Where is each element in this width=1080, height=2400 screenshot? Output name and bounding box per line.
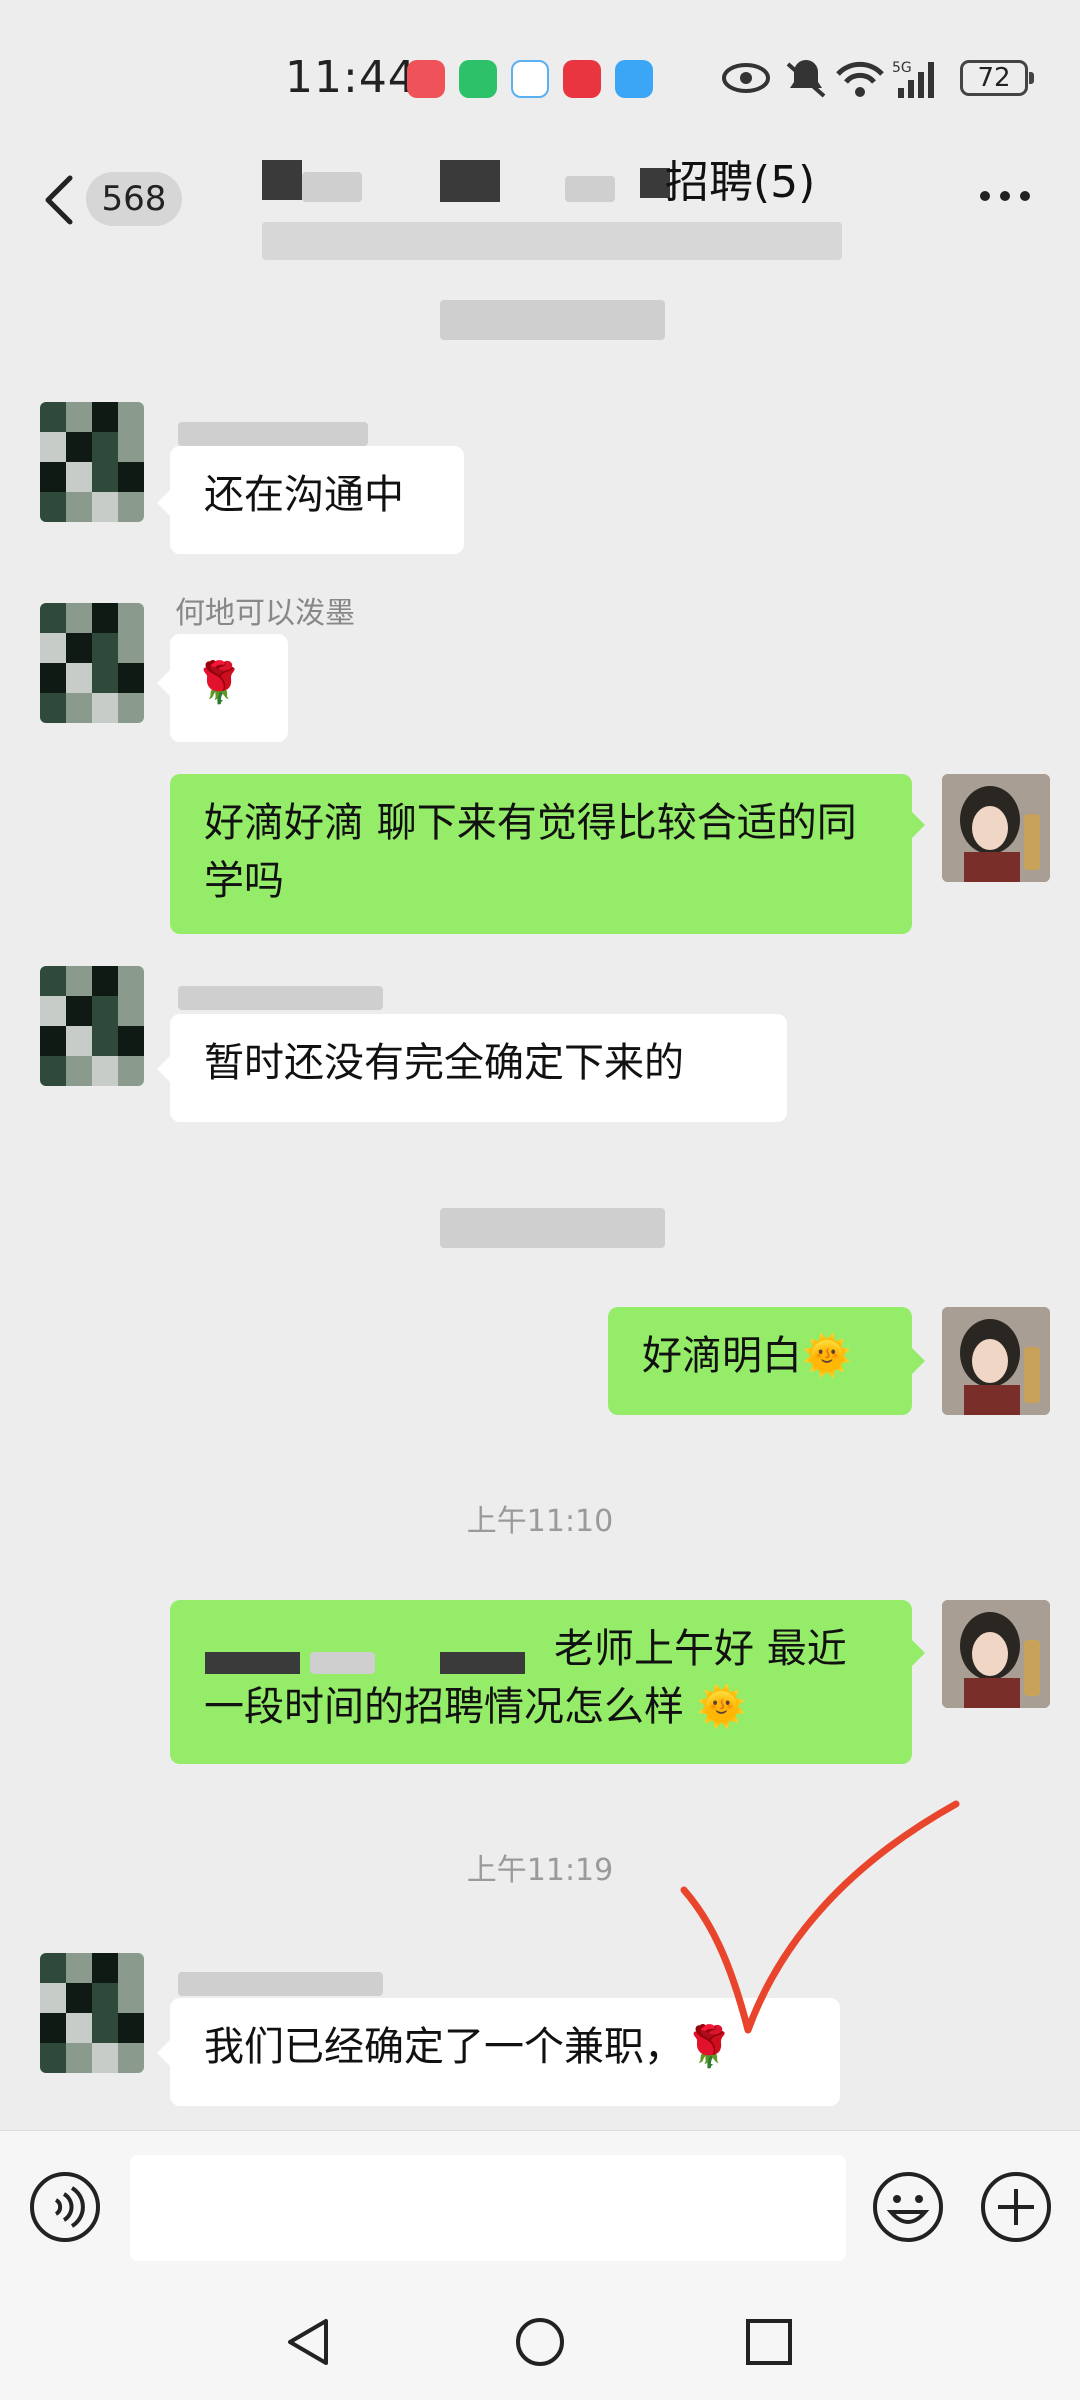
bubble-tail [157,670,170,696]
nav-back-icon[interactable] [282,2315,336,2369]
my-avatar[interactable] [942,1307,1050,1415]
unread-count-badge[interactable]: 568 [86,172,182,226]
blurred-mention [440,1652,525,1674]
sender-avatar[interactable] [40,966,144,1086]
sender-name: 何地可以泼墨 [175,596,355,631]
blurred-subtitle [262,222,842,260]
blurred-sender-name [178,422,368,446]
blurred-title-part [262,160,302,200]
status-icons: 5G [722,60,934,98]
blurred-sender-name [178,1972,383,1996]
emoji-icon[interactable] [871,2170,945,2244]
bubble-tail [157,1056,170,1082]
bubble-tail [912,812,925,838]
blurred-timestamp [440,1208,665,1248]
wechat-app-icon [459,60,497,98]
eye-icon [722,63,770,93]
message-bubble[interactable]: 暂时还没有完全确定下来的 [170,1014,787,1122]
battery-indicator: 72 [960,60,1034,96]
blurred-sender-name [178,986,383,1010]
nav-recents-icon[interactable] [742,2315,796,2369]
nav-home-icon[interactable] [513,2315,567,2369]
messages-app-icon [511,60,549,98]
bubble-tail [157,490,170,516]
my-avatar[interactable] [942,1600,1050,1708]
my-avatar[interactable] [942,774,1050,882]
blurred-title-part [565,176,615,202]
message-bubble[interactable]: 好滴明白🌞 [608,1307,912,1415]
message-bubble[interactable]: 还在沟通中 [170,446,464,554]
message-bubble[interactable]: 老师上午好 最近一段时间的招聘情况怎么样 🌞 [170,1600,912,1764]
red-checkmark-annotation [680,1800,960,2034]
blurred-mention [310,1652,375,1674]
bubble-tail [912,1640,925,1666]
chat-title: 招聘(5) [665,157,816,208]
message-bubble[interactable]: 好滴好滴 聊下来有觉得比较合适的同学吗 [170,774,912,934]
sender-avatar[interactable] [40,1953,144,2073]
timestamp: 上午11:10 [466,1504,614,1539]
blurred-mention [205,1652,300,1674]
sender-avatar[interactable] [40,603,144,723]
message-input[interactable] [130,2155,846,2261]
voice-input-icon[interactable] [28,2170,102,2244]
network-label: 5G [892,60,912,76]
bubble-tail [157,2040,170,2066]
cloud-app-icon [615,60,653,98]
huawei-app-icon [407,60,445,98]
blurred-timestamp [440,300,665,340]
blurred-title-part [302,172,362,202]
bubble-tail [912,1348,925,1374]
plus-icon[interactable] [979,2170,1053,2244]
wifi-icon [836,61,884,97]
message-bubble[interactable]: 🌹 [170,634,288,742]
reader-app-icon [563,60,601,98]
sender-avatar[interactable] [40,402,144,522]
status-time: 11:44 [285,52,417,103]
back-arrow-icon[interactable] [40,170,80,230]
blurred-title-part [440,160,500,202]
more-options-icon[interactable] [975,176,1035,216]
mute-bell-icon [786,60,826,98]
